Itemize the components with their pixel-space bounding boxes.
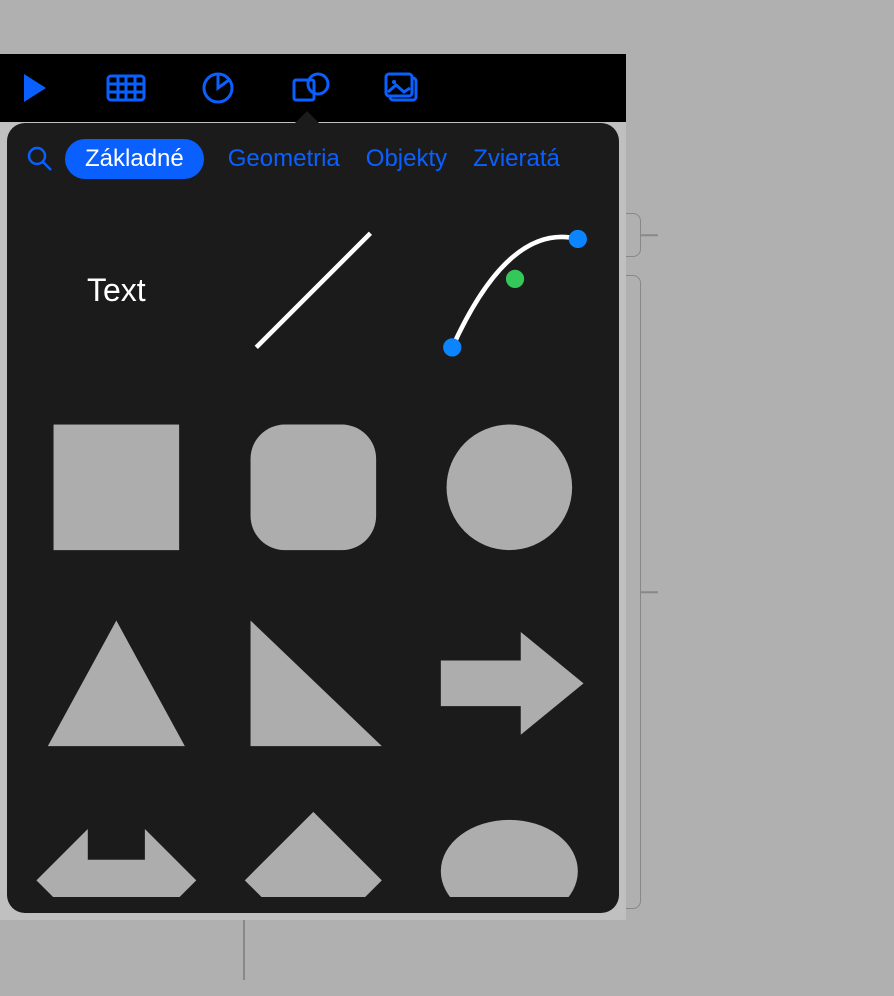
triangle-shape[interactable] [25,592,208,775]
arrow-right-shape[interactable] [418,592,601,775]
circle-shape[interactable] [418,396,601,579]
speech-bubble-shape[interactable] [418,789,601,897]
tab-geometry[interactable]: Geometria [226,139,342,179]
tab-objects[interactable]: Objekty [364,139,449,179]
text-shape-label: Text [87,272,146,309]
diamond-shape[interactable] [222,789,405,897]
curve-shape[interactable] [418,199,601,382]
chart-icon[interactable] [196,66,240,110]
shapes-grid: Text [25,199,601,897]
table-icon[interactable] [104,66,148,110]
category-tabs: Základné Geometria Objekty Zvieratá [65,139,562,179]
tab-basic[interactable]: Základné [65,139,204,179]
square-shape[interactable] [25,396,208,579]
play-icon[interactable] [12,66,56,110]
double-arrow-shape[interactable] [25,789,208,897]
app-window: Základné Geometria Objekty Zvieratá Text [0,54,626,920]
popover-container: Základné Geometria Objekty Zvieratá Text [0,122,626,920]
text-shape[interactable]: Text [25,199,208,382]
popover-tip [295,111,319,123]
tab-animals[interactable]: Zvieratá [471,139,562,179]
line-shape[interactable] [222,199,405,382]
search-icon[interactable] [25,144,55,174]
right-triangle-shape[interactable] [222,592,405,775]
shapes-popover: Základné Geometria Objekty Zvieratá Text [7,123,619,913]
shapes-icon[interactable] [288,66,332,110]
rounded-square-shape[interactable] [222,396,405,579]
popover-header: Základné Geometria Objekty Zvieratá [25,139,601,179]
media-icon[interactable] [380,66,424,110]
callout-bracket-grid [243,920,245,980]
